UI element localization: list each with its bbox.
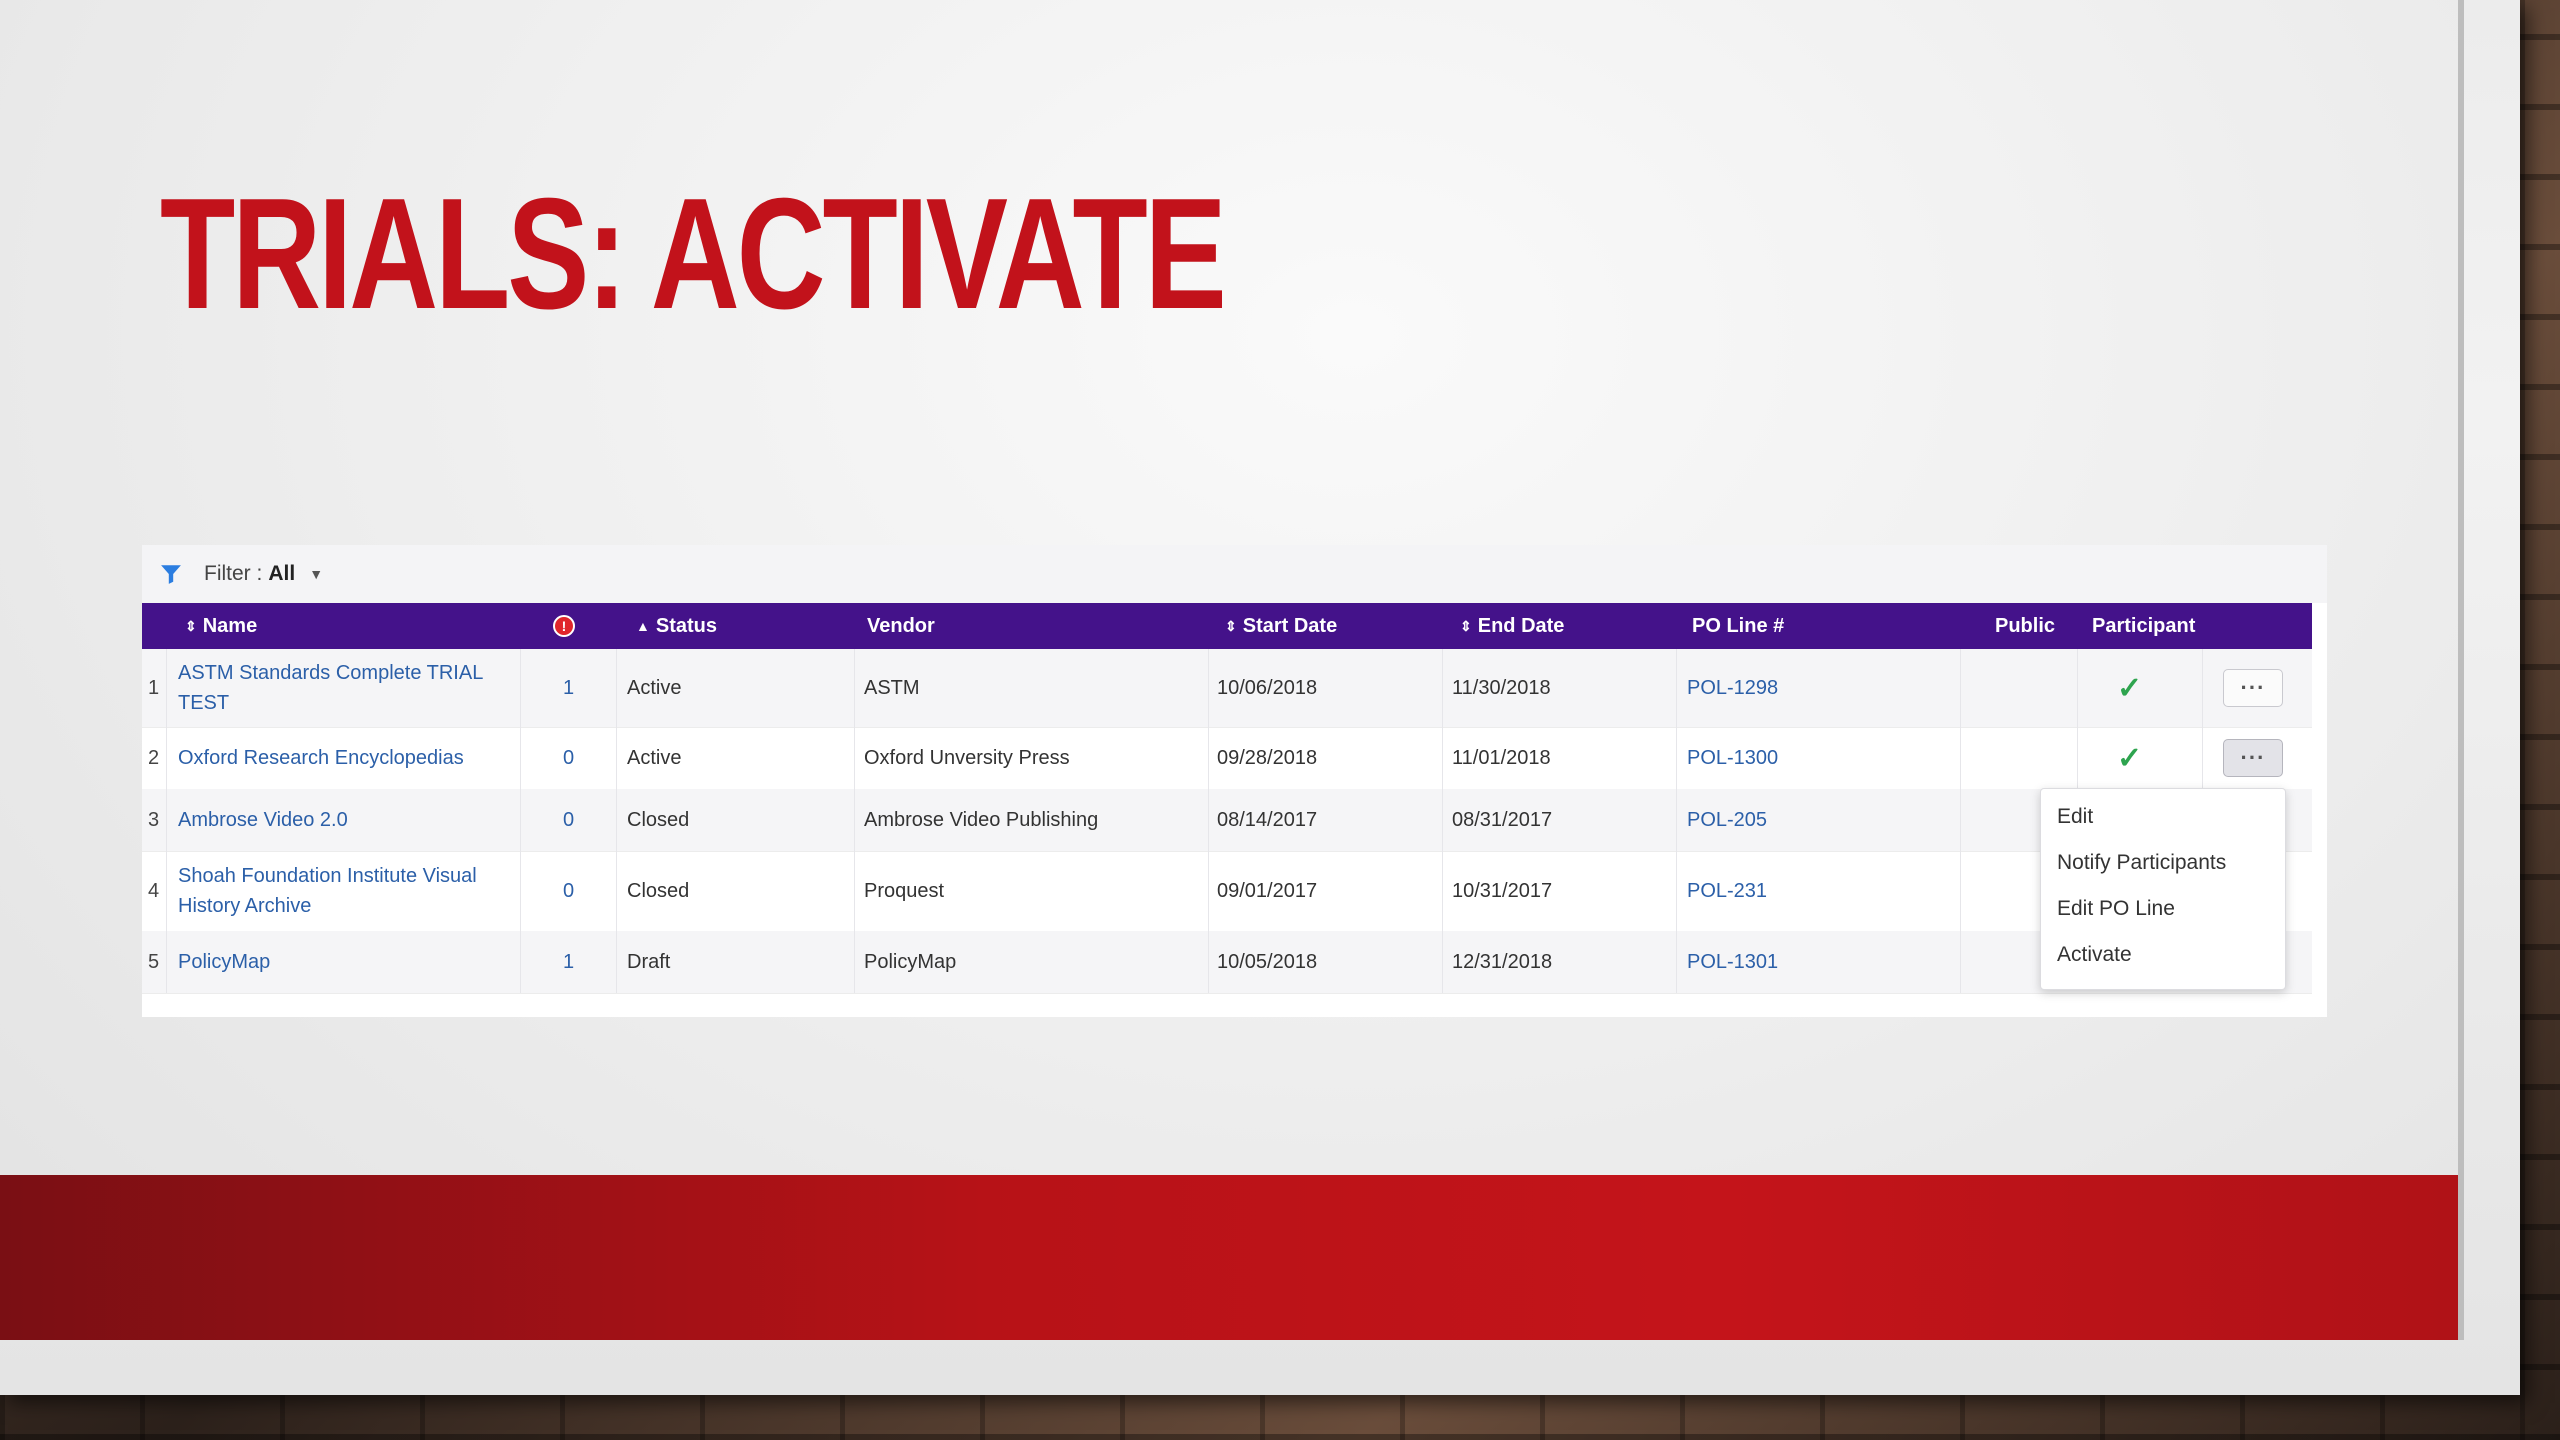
status-text: Active <box>627 746 682 769</box>
alert-count-link[interactable]: 1 <box>563 649 574 727</box>
row-index: 3 <box>148 808 160 831</box>
funnel-icon[interactable] <box>160 563 182 585</box>
end-date: 11/01/2018 <box>1452 746 1551 769</box>
start-date: 10/06/2018 <box>1217 676 1318 699</box>
table-row[interactable]: 2 Oxford Research Encyclopedias 0 Active… <box>142 727 2312 790</box>
row-index: 5 <box>148 950 160 973</box>
start-date: 08/14/2017 <box>1217 808 1318 831</box>
trials-table-panel: Filter : All ▼ ⇕ Name ! ▲ Status Vendor <box>142 545 2327 1017</box>
slide-title: TRIALS: ACTIVATE <box>160 166 1227 342</box>
column-header-po-line[interactable]: PO Line # <box>1692 603 1784 649</box>
column-header-participant[interactable]: Participant <box>2092 603 2195 649</box>
column-header-name[interactable]: ⇕ Name <box>185 603 257 649</box>
column-header-public[interactable]: Public <box>1995 603 2055 649</box>
trial-name-link[interactable]: ASTM Standards Complete TRIAL TEST <box>178 649 483 727</box>
trial-name-link[interactable]: Shoah Foundation Institute Visual Histor… <box>178 851 477 931</box>
table-row[interactable]: 1 ASTM Standards Complete TRIAL TEST 1 A… <box>142 649 2312 728</box>
po-line-link[interactable]: POL-205 <box>1687 789 1767 851</box>
filter-value[interactable]: All <box>268 562 295 586</box>
filter-label: Filter : <box>204 562 263 585</box>
alert-count-link[interactable]: 0 <box>563 789 574 851</box>
sort-icon: ⇕ <box>185 617 197 634</box>
status-text: Draft <box>627 950 671 973</box>
trial-name-link[interactable]: Oxford Research Encyclopedias <box>178 727 464 789</box>
table-row[interactable]: 5 PolicyMap 1 Draft PolicyMap 10/05/2018… <box>142 931 2312 994</box>
footer-band <box>0 1175 2458 1340</box>
alert-count-link[interactable]: 1 <box>563 931 574 993</box>
sort-icon: ⇕ <box>1225 617 1237 634</box>
end-date: 08/31/2017 <box>1452 808 1553 831</box>
column-header-alerts[interactable]: ! <box>553 603 575 649</box>
alert-count-link[interactable]: 0 <box>563 851 574 931</box>
start-date: 09/01/2017 <box>1217 879 1318 902</box>
table-header: ⇕ Name ! ▲ Status Vendor ⇕ Start Date ⇕ … <box>142 603 2312 649</box>
table-row[interactable]: 3 Ambrose Video 2.0 0 Closed Ambrose Vid… <box>142 789 2312 852</box>
column-header-vendor[interactable]: Vendor <box>867 603 935 649</box>
trial-name-link[interactable]: PolicyMap <box>178 931 270 993</box>
status-text: Closed <box>627 808 690 831</box>
row-index: 1 <box>148 676 160 699</box>
status-text: Closed <box>627 879 690 902</box>
alert-count-link[interactable]: 0 <box>563 727 574 789</box>
vendor-text: ASTM <box>864 676 920 699</box>
menu-item-edit[interactable]: Edit <box>2057 795 2093 839</box>
po-line-link[interactable]: POL-1298 <box>1687 649 1778 727</box>
trial-name-link[interactable]: Ambrose Video 2.0 <box>178 789 348 851</box>
row-index: 4 <box>148 879 160 902</box>
filter-bar: Filter : All ▼ <box>142 545 2327 603</box>
end-date: 12/31/2018 <box>1452 950 1553 973</box>
slide: TRIALS: ACTIVATE Filter : All ▼ ⇕ Name ! <box>0 0 2520 1395</box>
po-line-link[interactable]: POL-231 <box>1687 851 1767 931</box>
menu-item-edit-po-line[interactable]: Edit PO Line <box>2057 887 2175 931</box>
row-actions-button[interactable]: ··· <box>2223 669 2283 707</box>
vendor-text: Oxford Unversity Press <box>864 746 1070 769</box>
start-date: 10/05/2018 <box>1217 950 1318 973</box>
table-row[interactable]: 4 Shoah Foundation Institute Visual Hist… <box>142 851 2312 932</box>
end-date: 11/30/2018 <box>1452 676 1551 699</box>
vendor-text: PolicyMap <box>864 950 957 973</box>
vendor-text: Proquest <box>864 879 945 902</box>
column-header-status[interactable]: ▲ Status <box>636 603 717 649</box>
menu-item-activate[interactable]: Activate <box>2057 933 2132 977</box>
po-line-link[interactable]: POL-1300 <box>1687 727 1778 789</box>
alert-icon: ! <box>553 615 575 637</box>
column-header-end-date[interactable]: ⇕ End Date <box>1460 603 1564 649</box>
status-text: Active <box>627 676 682 699</box>
start-date: 09/28/2018 <box>1217 746 1318 769</box>
sort-ascending-icon: ▲ <box>636 618 650 634</box>
row-actions-button[interactable]: ··· <box>2223 739 2283 777</box>
menu-item-notify-participants[interactable]: Notify Participants <box>2057 841 2226 885</box>
vendor-text: Ambrose Video Publishing <box>864 808 1099 831</box>
end-date: 10/31/2017 <box>1452 879 1553 902</box>
row-actions-menu: Edit Notify Participants Edit PO Line Ac… <box>2040 788 2286 990</box>
row-index: 2 <box>148 746 160 769</box>
po-line-link[interactable]: POL-1301 <box>1687 931 1778 993</box>
slide-surface: TRIALS: ACTIVATE Filter : All ▼ ⇕ Name ! <box>0 0 2464 1340</box>
sort-icon: ⇕ <box>1460 617 1472 634</box>
chevron-down-icon[interactable]: ▼ <box>309 566 323 582</box>
column-header-start-date[interactable]: ⇕ Start Date <box>1225 603 1337 649</box>
check-icon: ✓ <box>2117 671 2143 705</box>
check-icon: ✓ <box>2117 741 2143 775</box>
